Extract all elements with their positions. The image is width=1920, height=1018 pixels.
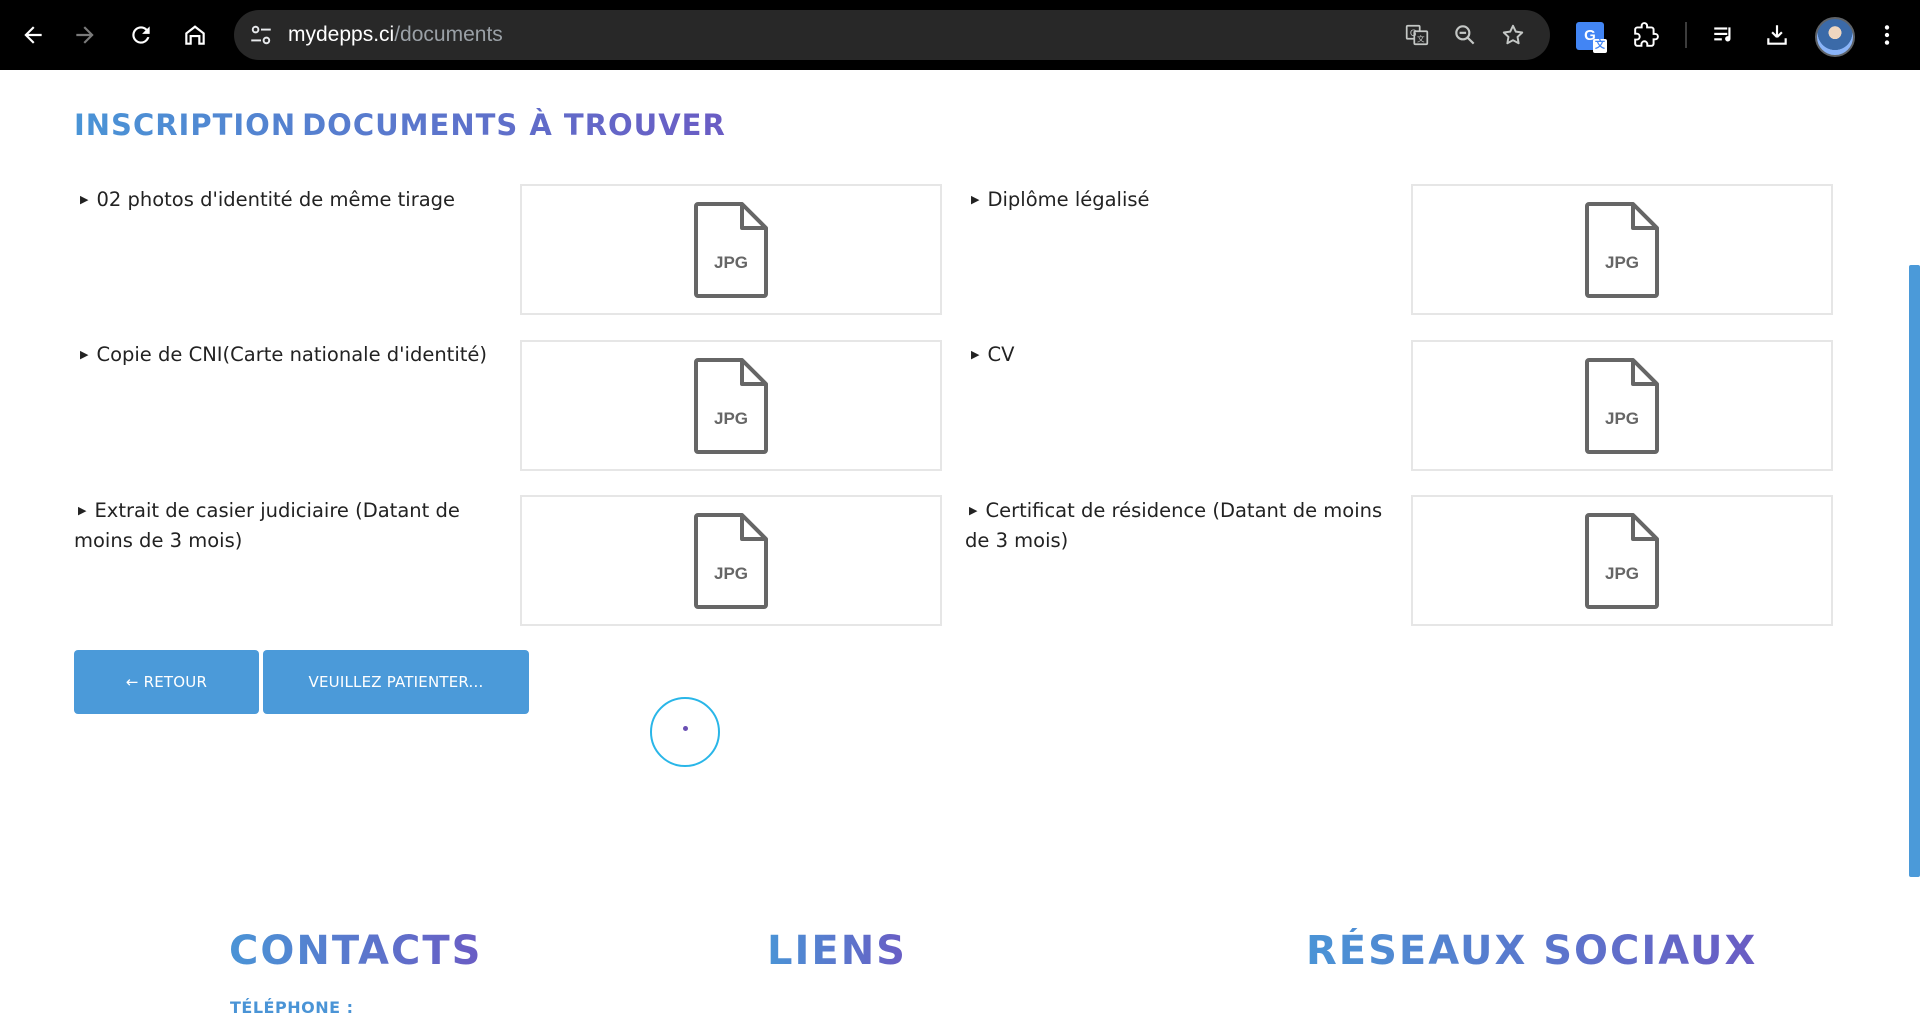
document-label-text: CV — [987, 343, 1015, 366]
jpg-file-icon: JPG — [1585, 201, 1659, 298]
star-icon — [1502, 24, 1524, 45]
page-title: INSCRIPTION DOCUMENTS À TROUVER — [74, 108, 726, 142]
bullet-icon: ▶ — [969, 504, 978, 517]
address-bar[interactable]: mydepps.ci/documents G 文 — [234, 10, 1550, 60]
file-type-label: JPG — [714, 409, 748, 428]
file-type-label: JPG — [714, 564, 748, 583]
document-label: ▶ CV — [967, 340, 1387, 370]
document-preview[interactable]: JPG — [1411, 495, 1833, 626]
home-button[interactable] — [174, 14, 216, 56]
bullet-icon: ▶ — [78, 504, 87, 517]
document-label: ▶ Copie de CNI(Carte nationale d'identité… — [76, 340, 496, 370]
file-type-label: JPG — [1605, 564, 1639, 583]
document-label: ▶ Extrait de casier judiciaire (Datant de… — [74, 496, 496, 556]
footer-social-heading: RÉSEAUX SOCIAUX — [1306, 928, 1758, 974]
footer-links-heading: LIENS — [767, 928, 907, 974]
forward-arrow-icon — [76, 26, 94, 44]
file-type-label: JPG — [714, 253, 748, 272]
translate-button[interactable]: G 文 — [1402, 20, 1432, 50]
spinner-dot — [683, 726, 688, 731]
google-translate-extension-icon[interactable]: G 文 — [1576, 22, 1607, 53]
jpg-file-icon: JPG — [694, 201, 768, 298]
loading-spinner — [650, 697, 720, 767]
document-preview[interactable]: JPG — [520, 495, 942, 626]
document-label-text: Extrait de casier judiciaire (Datant de … — [74, 499, 460, 552]
document-label: ▶ 02 photos d'identité de même tirage — [76, 185, 496, 215]
document-label-text: Copie de CNI(Carte nationale d'identité) — [96, 343, 487, 366]
media-queue-icon — [1714, 27, 1731, 42]
avatar[interactable] — [1815, 17, 1855, 57]
browser-toolbar: mydepps.ci/documents G 文 G 文 — [0, 0, 1920, 70]
footer-contacts-heading: CONTACTS — [229, 928, 483, 974]
url-text[interactable]: mydepps.ci/documents — [288, 23, 503, 47]
submit-button[interactable]: VEUILLEZ PATIENTER... — [263, 650, 529, 714]
svg-text:文: 文 — [1417, 34, 1425, 44]
file-type-label: JPG — [1605, 409, 1639, 428]
jpg-file-icon: JPG — [694, 357, 768, 454]
page-title-part1: INSCRIPTION — [74, 108, 297, 142]
document-preview[interactable]: JPG — [1411, 184, 1833, 315]
svg-text:G: G — [1410, 29, 1417, 39]
jpg-file-icon: JPG — [1585, 357, 1659, 454]
translate-icon: G 文 — [1405, 24, 1429, 46]
bullet-icon: ▶ — [971, 348, 980, 361]
menu-button[interactable] — [1866, 14, 1908, 56]
back-arrow-icon — [24, 26, 42, 44]
zoom-out-icon — [1455, 25, 1475, 45]
extensions-button[interactable] — [1625, 14, 1667, 56]
downloads-button[interactable] — [1756, 14, 1798, 56]
puzzle-icon — [1634, 22, 1659, 47]
bookmark-button[interactable] — [1498, 20, 1528, 50]
file-type-label: JPG — [1605, 253, 1639, 272]
back-button[interactable] — [12, 14, 54, 56]
forward-button[interactable] — [64, 14, 106, 56]
scrollbar[interactable] — [1909, 265, 1920, 877]
home-icon — [185, 25, 205, 45]
telephone-label: TÉLÉPHONE : — [230, 998, 354, 1017]
media-button[interactable] — [1703, 14, 1745, 56]
document-preview[interactable]: JPG — [520, 340, 942, 471]
zoom-button[interactable] — [1450, 20, 1480, 50]
jpg-file-icon: JPG — [694, 512, 768, 609]
document-label: ▶ Diplôme légalisé — [967, 185, 1387, 215]
document-preview[interactable]: JPG — [520, 184, 942, 315]
bullet-icon: ▶ — [971, 193, 980, 206]
bullet-icon: ▶ — [80, 348, 89, 361]
kebab-menu-icon — [1884, 25, 1890, 45]
translate-ext-sub-glyph: 文 — [1593, 39, 1607, 53]
document-preview[interactable]: JPG — [1411, 340, 1833, 471]
document-label-text: Certificat de résidence (Datant de moins… — [965, 499, 1383, 552]
download-icon — [1767, 25, 1787, 45]
document-label: ▶ Certificat de résidence (Datant de moin… — [965, 496, 1387, 556]
jpg-file-icon: JPG — [1585, 512, 1659, 609]
tune-icon[interactable] — [248, 22, 274, 48]
reload-icon — [132, 26, 150, 44]
document-label-text: 02 photos d'identité de même tirage — [96, 188, 456, 211]
page-title-part2: DOCUMENTS À TROUVER — [302, 108, 726, 142]
url-path: /documents — [394, 23, 503, 46]
url-domain: mydepps.ci — [288, 23, 395, 46]
bullet-icon: ▶ — [80, 193, 89, 206]
back-button-page[interactable]: ← RETOUR — [74, 650, 259, 714]
toolbar-divider — [1685, 22, 1687, 48]
reload-button[interactable] — [120, 14, 162, 56]
document-label-text: Diplôme légalisé — [987, 188, 1150, 211]
